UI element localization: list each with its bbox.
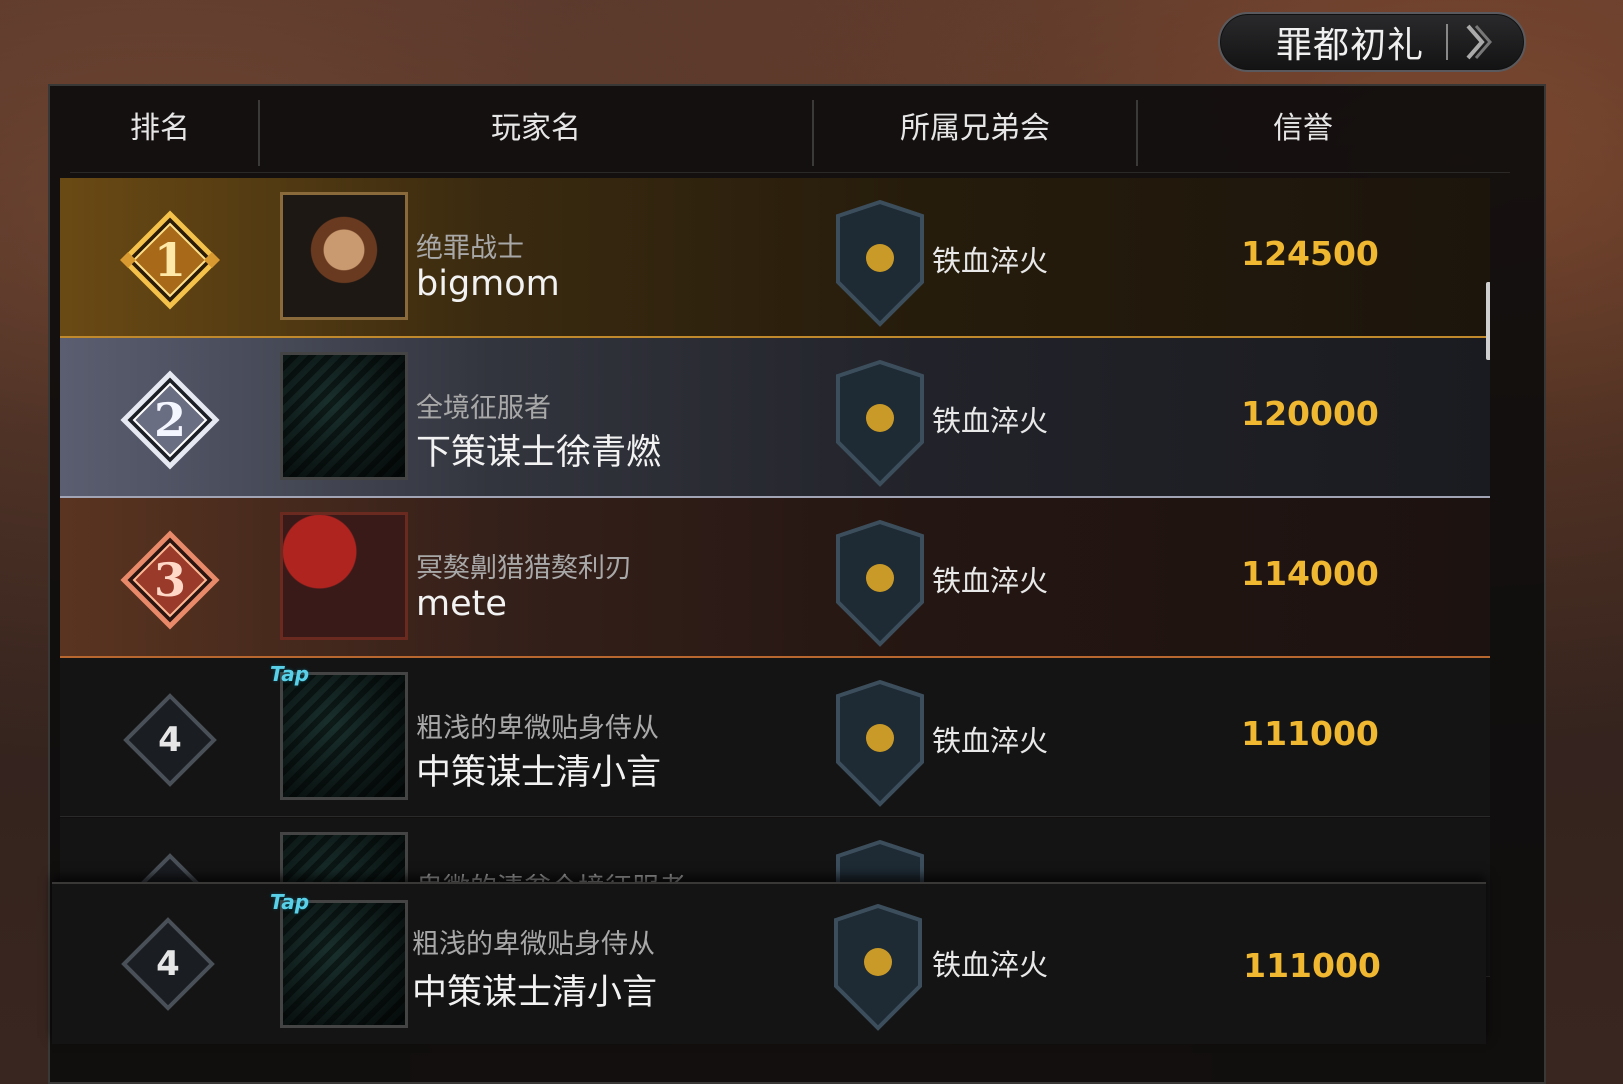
player-title: 冥獒劓猎猎獒利刃 <box>416 553 632 584</box>
season-button[interactable]: 罪都初礼 <box>1218 12 1526 72</box>
guild-shield-icon <box>836 680 924 807</box>
leaderboard-row[interactable]: 2 全境征服者 下策谋士徐青燃 铁血淬火 120000 <box>60 338 1490 499</box>
chevron-right-icon <box>1466 24 1493 60</box>
player-avatar[interactable] <box>280 352 408 480</box>
player-name[interactable]: 中策谋士清小言 <box>412 964 657 1015</box>
guild-name: 铁血淬火 <box>932 948 1049 982</box>
rank-number: 4 <box>156 944 180 984</box>
reputation-value: 111000 <box>1241 714 1379 753</box>
player-title: 绝罪战士 <box>416 233 524 264</box>
player-name[interactable]: mete <box>416 584 507 624</box>
reputation-value: 114000 <box>1241 554 1379 593</box>
guild-name: 铁血淬火 <box>932 724 1049 758</box>
column-player: 玩家名 <box>491 111 581 146</box>
rank-number: 2 <box>153 393 186 447</box>
tap-tag: Tap <box>270 662 310 686</box>
header-divider <box>70 172 1510 173</box>
player-avatar[interactable] <box>280 672 408 800</box>
guild-shield-icon <box>836 520 924 647</box>
rank-number: 3 <box>153 553 186 607</box>
leaderboard-row[interactable]: 1 绝罪战士 bigmom 铁血淬火 124500 <box>60 178 1490 339</box>
column-guild: 所属兄弟会 <box>900 111 1050 146</box>
column-reputation: 信誉 <box>1273 111 1333 146</box>
reputation-value: 111000 <box>1243 946 1381 985</box>
player-avatar[interactable] <box>280 900 408 1028</box>
player-avatar[interactable] <box>280 192 408 320</box>
season-divider <box>1446 24 1449 60</box>
player-title: 粗浅的卑微贴身侍从 <box>412 929 655 960</box>
guild-name: 铁血淬火 <box>932 404 1049 438</box>
leaderboard-list[interactable]: 1 绝罪战士 bigmom 铁血淬火 124500 2 全境征服者 下策谋士徐青… <box>60 178 1490 1004</box>
guild-name: 铁血淬火 <box>932 244 1049 278</box>
player-title: 粗浅的卑微贴身侍从 <box>416 713 659 744</box>
guild-shield-icon <box>836 360 924 487</box>
player-name[interactable]: bigmom <box>416 264 560 304</box>
leaderboard-row[interactable]: 4 Tap 粗浅的卑微贴身侍从 中策谋士清小言 铁血淬火 111000 <box>60 658 1490 817</box>
scrollbar[interactable] <box>1486 282 1490 360</box>
guild-shield-icon <box>834 904 922 1031</box>
rank-number: 4 <box>158 720 182 760</box>
rank-number: 1 <box>153 233 186 287</box>
my-rank-row[interactable]: 4 Tap 粗浅的卑微贴身侍从 中策谋士清小言 铁血淬火 111000 <box>52 882 1486 1044</box>
reputation-value: 124500 <box>1241 234 1379 273</box>
player-title: 全境征服者 <box>416 393 551 424</box>
player-name[interactable]: 下策谋士徐青燃 <box>416 424 661 475</box>
guild-name: 铁血淬火 <box>932 564 1049 598</box>
column-rank: 排名 <box>130 111 190 146</box>
player-name[interactable]: 中策谋士清小言 <box>416 744 661 795</box>
reputation-value: 120000 <box>1241 394 1379 433</box>
leaderboard-row[interactable]: 3 冥獒劓猎猎獒利刃 mete 铁血淬火 114000 <box>60 498 1490 659</box>
leaderboard-header: 排名 玩家名 所属兄弟会 信誉 <box>50 86 1544 172</box>
season-label: 罪都初礼 <box>1276 25 1425 66</box>
guild-shield-icon <box>836 200 924 327</box>
player-avatar[interactable] <box>280 512 408 640</box>
leaderboard-panel: 排名 玩家名 所属兄弟会 信誉 1 绝罪战士 bigmom 铁血淬火 12450… <box>48 84 1546 1084</box>
tap-tag: Tap <box>270 890 310 914</box>
